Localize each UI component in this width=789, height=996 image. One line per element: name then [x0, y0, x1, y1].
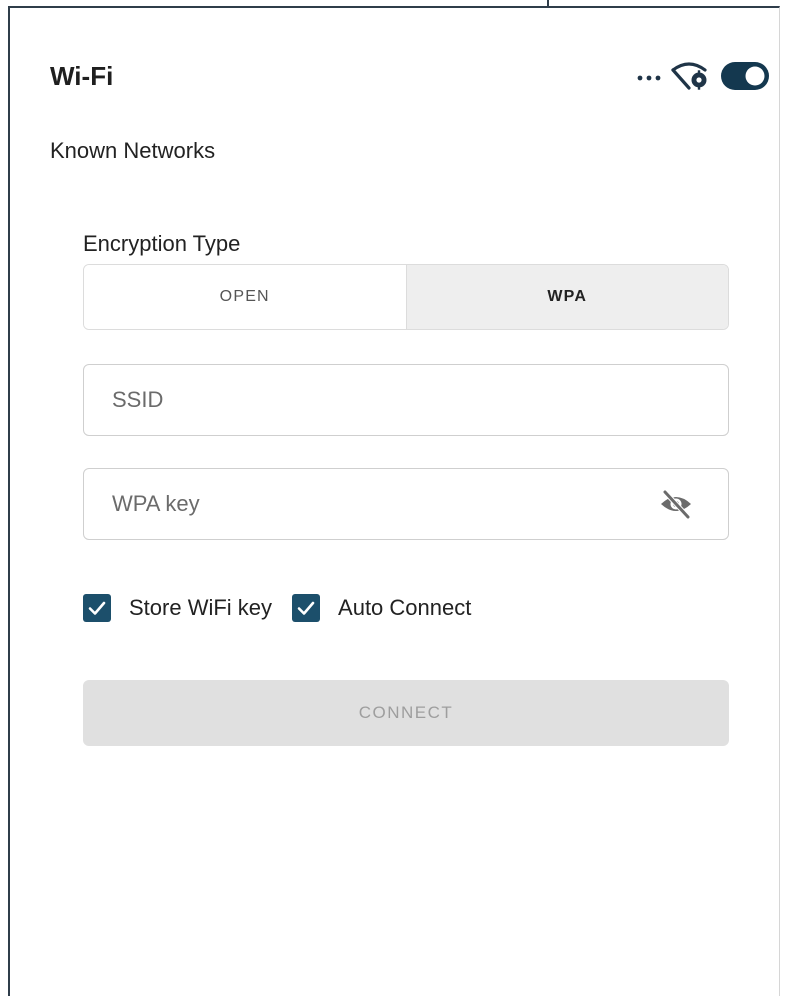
encryption-option-wpa[interactable]: WPA — [405, 265, 728, 329]
encryption-type-label: Encryption Type — [83, 231, 241, 256]
eye-off-icon[interactable] — [658, 489, 694, 524]
wifi-toggle[interactable] — [720, 60, 770, 92]
known-networks-link[interactable]: Known Networks — [50, 138, 215, 164]
auto-connect-checkbox[interactable]: Auto Connect — [292, 594, 471, 622]
connect-button[interactable]: CONNECT — [83, 680, 729, 746]
store-wifi-key-label: Store WiFi key — [129, 595, 273, 620]
store-wifi-key-checkbox[interactable]: Store WiFi key — [83, 594, 272, 622]
encryption-type-selector: OPEN WPA — [83, 264, 729, 330]
options-row: Store WiFi key Auto Connect — [83, 578, 729, 638]
checkbox-checked-icon — [292, 594, 321, 622]
ssid-input[interactable] — [110, 386, 702, 414]
wpa-key-field — [83, 468, 729, 540]
checkbox-checked-icon — [83, 594, 111, 622]
panel-header: Wi-Fi — [50, 56, 770, 96]
wpa-key-input[interactable] — [110, 490, 702, 518]
ssid-field — [83, 364, 729, 436]
header-actions — [636, 56, 770, 96]
auto-connect-label: Auto Connect — [338, 595, 472, 620]
wifi-settings-icon[interactable] — [670, 61, 712, 91]
wifi-panel: Wi-Fi Known Networks Encryption Type OPE… — [8, 6, 780, 996]
encryption-option-open[interactable]: OPEN — [84, 265, 406, 329]
more-horizontal-icon[interactable] — [636, 61, 662, 91]
add-network-form: Encryption Type OPEN WPA SSID Store WiFi… — [83, 226, 729, 746]
panel-title: Wi-Fi — [50, 61, 114, 91]
